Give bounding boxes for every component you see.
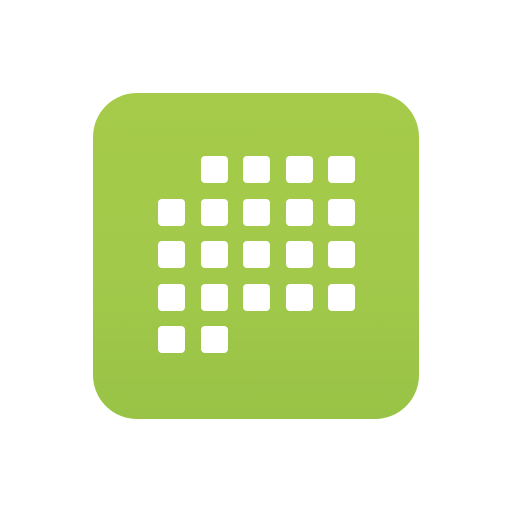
grid-tile-icon <box>285 241 313 268</box>
grid-tile-icon <box>200 156 228 183</box>
grid-tile-icon <box>158 241 185 268</box>
grid-tile-icon <box>285 156 313 183</box>
grid-tile-icon <box>243 156 270 183</box>
icon-canvas <box>0 0 512 512</box>
grid-tile-icon <box>200 326 228 353</box>
grid-tile-icon <box>200 198 228 226</box>
grid-tile-icon <box>243 198 270 226</box>
grid-tile-icon <box>328 156 355 183</box>
grid-tile-icon <box>243 283 270 311</box>
grid-tile-icon <box>200 241 228 268</box>
app-icon[interactable] <box>93 93 419 419</box>
grid-tile-icon <box>243 241 270 268</box>
grid-tile-icon <box>285 198 313 226</box>
grid-tile-icon <box>328 241 355 268</box>
grid-tile-icon <box>328 198 355 226</box>
grid-tile-icon <box>158 283 185 311</box>
grid-tile-icon <box>158 198 185 226</box>
grid-tile-icon <box>285 283 313 311</box>
grid-tile-icon <box>328 283 355 311</box>
grid-tile-icon <box>158 326 185 353</box>
grid-tile-icon <box>200 283 228 311</box>
